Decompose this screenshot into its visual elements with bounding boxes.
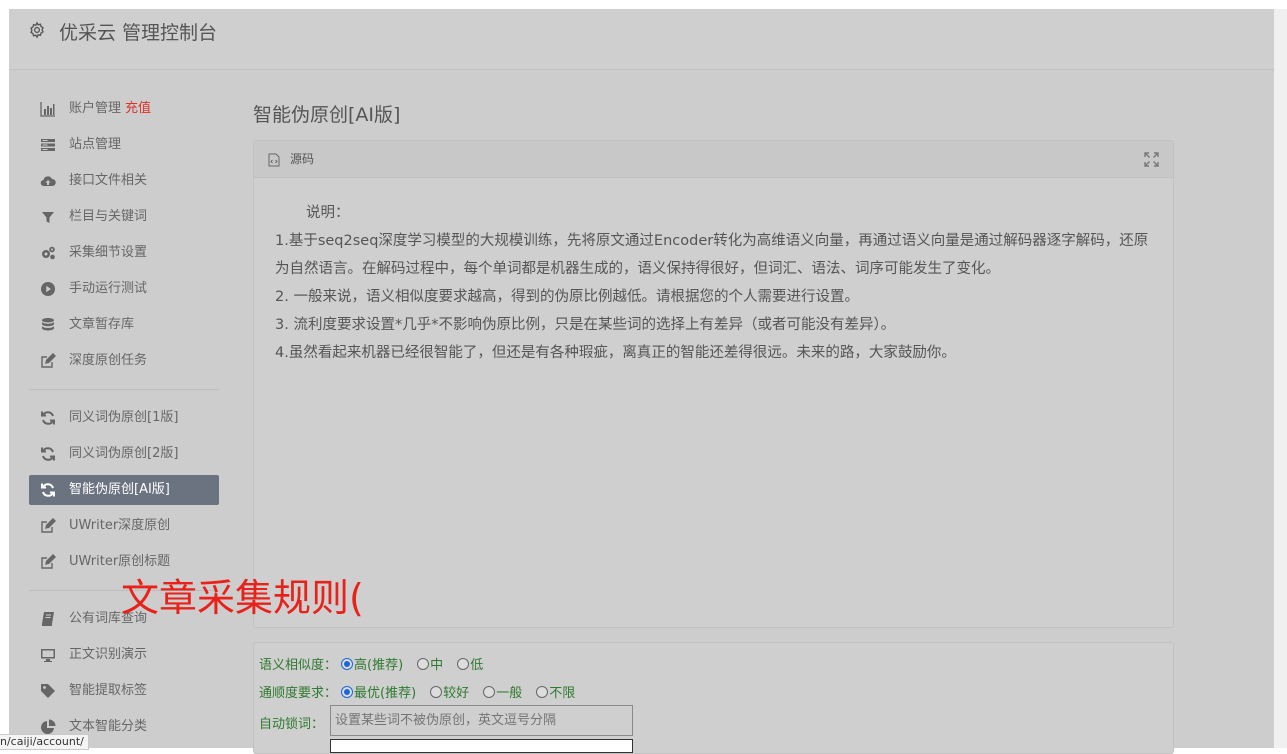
pie-chart-icon: [40, 719, 56, 735]
lock-row: 自动锁词：: [259, 713, 324, 732]
sidebar-item-label: UWriter深度原创: [69, 518, 171, 533]
edit-icon: [40, 353, 56, 369]
sidebar-item-deep-original-task[interactable]: 深度原创任务: [29, 343, 219, 379]
sidebar-item-interface-files[interactable]: 接口文件相关: [29, 163, 219, 199]
filter-icon: [40, 209, 56, 225]
options-panel: 语义相似度： 高(推荐) 中 低 通顺度要求： 最优(推荐) 较好 一般 不限 自动锁词：: [253, 642, 1174, 754]
tag-icon: [40, 683, 56, 699]
sidebar-item-smart-tags[interactable]: 智能提取标签: [29, 673, 219, 709]
gears-icon: [40, 245, 56, 261]
sidebar-divider: [29, 389, 219, 390]
description: 说明： 1.基于seq2seq深度学习模型的大规模训练，先将原文通过Encode…: [275, 199, 1160, 367]
app-title: 优采云 管理控制台: [59, 22, 218, 44]
sidebar-item-label: 同义词伪原创[2版]: [69, 446, 179, 461]
play-circle-icon: [40, 281, 56, 297]
sidebar-item-manual-test[interactable]: 手动运行测试: [29, 271, 219, 307]
sidebar-item-synonym-v2[interactable]: 同义词伪原创[2版]: [29, 436, 219, 472]
similarity-option-label: 高(推荐): [354, 658, 404, 673]
sidebar-item-label: 深度原创任务: [69, 353, 148, 368]
recharge-link[interactable]: 充值: [125, 101, 151, 116]
fluency-radio-good[interactable]: [430, 686, 443, 698]
window-top-strip: [0, 0, 1287, 9]
fluency-radio-normal[interactable]: [483, 686, 496, 698]
sidebar: 账户管理充值 站点管理 接口文件相关 栏目与关键词 采集细节设置 手动运行测试: [29, 91, 219, 745]
bar-chart-icon: [40, 101, 56, 117]
fluency-radio-best[interactable]: [341, 686, 354, 698]
sidebar-item-ai-rewrite[interactable]: 智能伪原创[AI版]: [29, 475, 219, 505]
refresh-icon: [40, 410, 56, 426]
source-panel: 源码 说明： 1.基于seq2seq深度学习模型的大规模训练，先将原文通过Enc…: [253, 140, 1174, 628]
fluency-option-label: 最优(推荐): [354, 686, 417, 701]
sidebar-item-label: 栏目与关键词: [69, 209, 148, 224]
server-icon: [40, 137, 56, 153]
overlay-annotation: 文章采集规则(: [121, 576, 364, 620]
sidebar-item-collect-settings[interactable]: 采集细节设置: [29, 235, 219, 271]
page-title: 智能伪原创[AI版]: [253, 104, 401, 126]
database-icon: [40, 317, 56, 333]
description-heading: 说明：: [306, 205, 350, 221]
similarity-option-label: 中: [430, 658, 444, 673]
panel-label: 源码: [290, 152, 315, 166]
sidebar-item-label: 采集细节设置: [69, 245, 148, 260]
sidebar-item-label: 手动运行测试: [69, 281, 148, 296]
expand-icon[interactable]: [1144, 152, 1159, 167]
sidebar-item-columns-keywords[interactable]: 栏目与关键词: [29, 199, 219, 235]
fluency-radio-any[interactable]: [536, 686, 549, 698]
description-line: 3. 流利度要求设置*几乎*不影响伪原比例，只是在某些词的选择上有差异（或者可能…: [275, 317, 896, 333]
sidebar-item-article-store[interactable]: 文章暂存库: [29, 307, 219, 343]
similarity-radio-medium[interactable]: [417, 658, 430, 670]
refresh-icon: [40, 482, 56, 498]
gear-icon: [28, 21, 48, 41]
similarity-row: 语义相似度： 高(推荐) 中 低: [259, 654, 493, 673]
panel-header: 源码: [254, 141, 1173, 178]
app-header: 优采云 管理控制台: [9, 9, 1274, 70]
description-line: 2. 一般来说，语义相似度要求越高，得到的伪原比例越低。请根据您的个人需要进行设…: [275, 289, 859, 305]
similarity-radio-high[interactable]: [341, 658, 354, 670]
sidebar-item-uwriter-deep[interactable]: UWriter深度原创: [29, 508, 219, 544]
secondary-input[interactable]: [330, 739, 633, 753]
fluency-option-label: 一般: [496, 686, 523, 701]
fluency-option-label: 不限: [549, 686, 576, 701]
sidebar-item-label: 正文识别演示: [69, 647, 148, 662]
sidebar-item-label: 文章暂存库: [69, 317, 135, 332]
fluency-option-label: 较好: [443, 686, 470, 701]
sidebar-item-label: 账户管理: [69, 101, 122, 116]
similarity-radio-low[interactable]: [457, 658, 470, 670]
fluency-row: 通顺度要求： 最优(推荐) 较好 一般 不限: [259, 682, 585, 701]
sidebar-item-label: 站点管理: [69, 137, 122, 152]
file-code-icon: [268, 152, 282, 167]
sidebar-item-sites[interactable]: 站点管理: [29, 127, 219, 163]
cloud-upload-icon: [40, 173, 56, 189]
monitor-icon: [40, 647, 56, 663]
sidebar-item-label: 智能伪原创[AI版]: [69, 482, 170, 497]
description-line: 1.基于seq2seq深度学习模型的大规模训练，先将原文通过Encoder转化为…: [275, 233, 1149, 277]
similarity-option-label: 低: [470, 658, 484, 673]
sidebar-item-label: 同义词伪原创[1版]: [69, 410, 179, 425]
edit-icon: [40, 518, 56, 534]
sidebar-item-body-recognition[interactable]: 正文识别演示: [29, 637, 219, 673]
similarity-label: 语义相似度：: [259, 658, 338, 673]
sidebar-item-label: 文本智能分类: [69, 719, 148, 734]
page-scrollbar[interactable]: [1273, 9, 1287, 748]
description-line: 4.虽然看起来机器已经很智能了，但还是有各种瑕疵，离真正的智能还差得很远。未来的…: [275, 345, 956, 361]
lock-label: 自动锁词：: [259, 717, 325, 732]
fluency-label: 通顺度要求：: [259, 686, 338, 701]
edit-icon: [40, 554, 56, 570]
sidebar-item-label: 智能提取标签: [69, 683, 148, 698]
sidebar-item-account[interactable]: 账户管理 充值: [29, 91, 219, 127]
sidebar-item-label: 接口文件相关: [69, 173, 148, 188]
refresh-icon: [40, 446, 56, 462]
lock-words-input[interactable]: [330, 705, 633, 736]
book-icon: [40, 611, 56, 627]
sidebar-item-synonym-v1[interactable]: 同义词伪原创[1版]: [29, 400, 219, 436]
